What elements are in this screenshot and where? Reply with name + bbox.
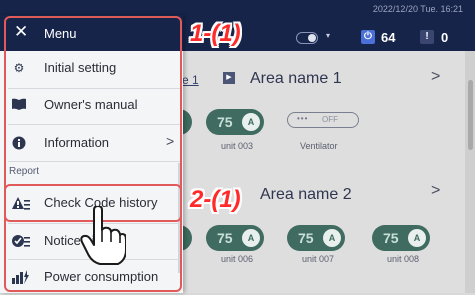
mode-auto-icon: A: [408, 229, 426, 247]
area-title[interactable]: Area name 1: [250, 70, 342, 88]
mode-auto-icon: A: [242, 113, 260, 131]
unit-pill[interactable]: 75 A: [206, 109, 264, 135]
power-icon[interactable]: ⏻: [361, 30, 375, 44]
unit-setpoint: 75: [383, 230, 399, 246]
toggle-knob: [308, 34, 316, 42]
step-label-1: 1-(1): [190, 20, 241, 47]
ventilator-label: Ventilator: [300, 141, 338, 151]
view-toggle[interactable]: [296, 32, 318, 44]
dropdown-caret-icon[interactable]: ▾: [326, 31, 330, 40]
unit-pill[interactable]: 75 A: [372, 225, 430, 251]
power-count: 64: [381, 30, 396, 45]
chevron-right-icon[interactable]: >: [431, 68, 440, 86]
unit-setpoint: 75: [217, 114, 233, 130]
unit-setpoint: 75: [217, 230, 233, 246]
unit-pill[interactable]: 75 A: [206, 225, 264, 251]
unit-setpoint: 75: [298, 230, 314, 246]
ventilator-state: OFF: [322, 115, 338, 124]
warning-count: 0: [441, 30, 449, 45]
step-label-2: 2-(1): [190, 186, 241, 213]
ventilator-dots: •••: [297, 114, 309, 123]
unit-label: unit 008: [387, 254, 420, 264]
area-title[interactable]: Area name 2: [260, 186, 352, 204]
unit-pill[interactable]: 75 A: [287, 225, 345, 251]
mode-auto-icon: A: [323, 229, 341, 247]
warning-icon[interactable]: !: [420, 30, 434, 44]
scrollbar-thumb[interactable]: [468, 80, 473, 150]
datetime: 2022/12/20 Tue. 16:21: [372, 4, 463, 14]
unit-label: unit 006: [221, 254, 254, 264]
chevron-right-icon[interactable]: >: [431, 182, 440, 200]
unit-label: unit 007: [302, 254, 335, 264]
pointer-hand-icon: [80, 206, 126, 265]
unit-label: unit 003: [221, 141, 254, 151]
ventilator-pill[interactable]: ••• OFF: [287, 112, 359, 128]
mode-auto-icon: A: [242, 229, 260, 247]
play-arrow-icon: ▶: [223, 72, 235, 84]
